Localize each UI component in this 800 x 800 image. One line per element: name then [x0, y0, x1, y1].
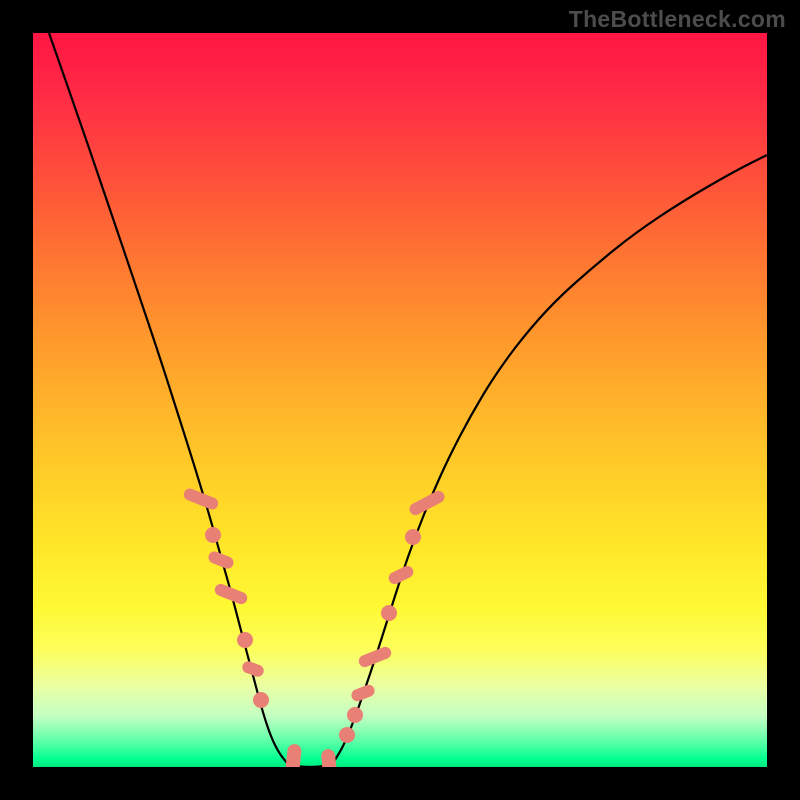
- marker: [350, 683, 377, 703]
- marker: [237, 632, 253, 648]
- marker: [213, 582, 249, 606]
- marker: [347, 707, 363, 723]
- marker: [253, 692, 269, 708]
- marker: [205, 527, 221, 543]
- marker: [407, 489, 446, 517]
- marker: [381, 605, 397, 621]
- marker: [207, 550, 236, 571]
- curve-left-arm: [49, 33, 287, 763]
- curve-right-arm: [333, 155, 767, 763]
- marker: [284, 743, 302, 767]
- figure-root: TheBottleneck.com: [0, 0, 800, 800]
- bottleneck-curve: [33, 33, 767, 767]
- marker: [320, 748, 337, 767]
- marker: [387, 564, 416, 586]
- marker: [357, 645, 393, 669]
- marker: [339, 727, 355, 743]
- marker: [405, 529, 421, 545]
- watermark-text: TheBottleneck.com: [0, 6, 800, 33]
